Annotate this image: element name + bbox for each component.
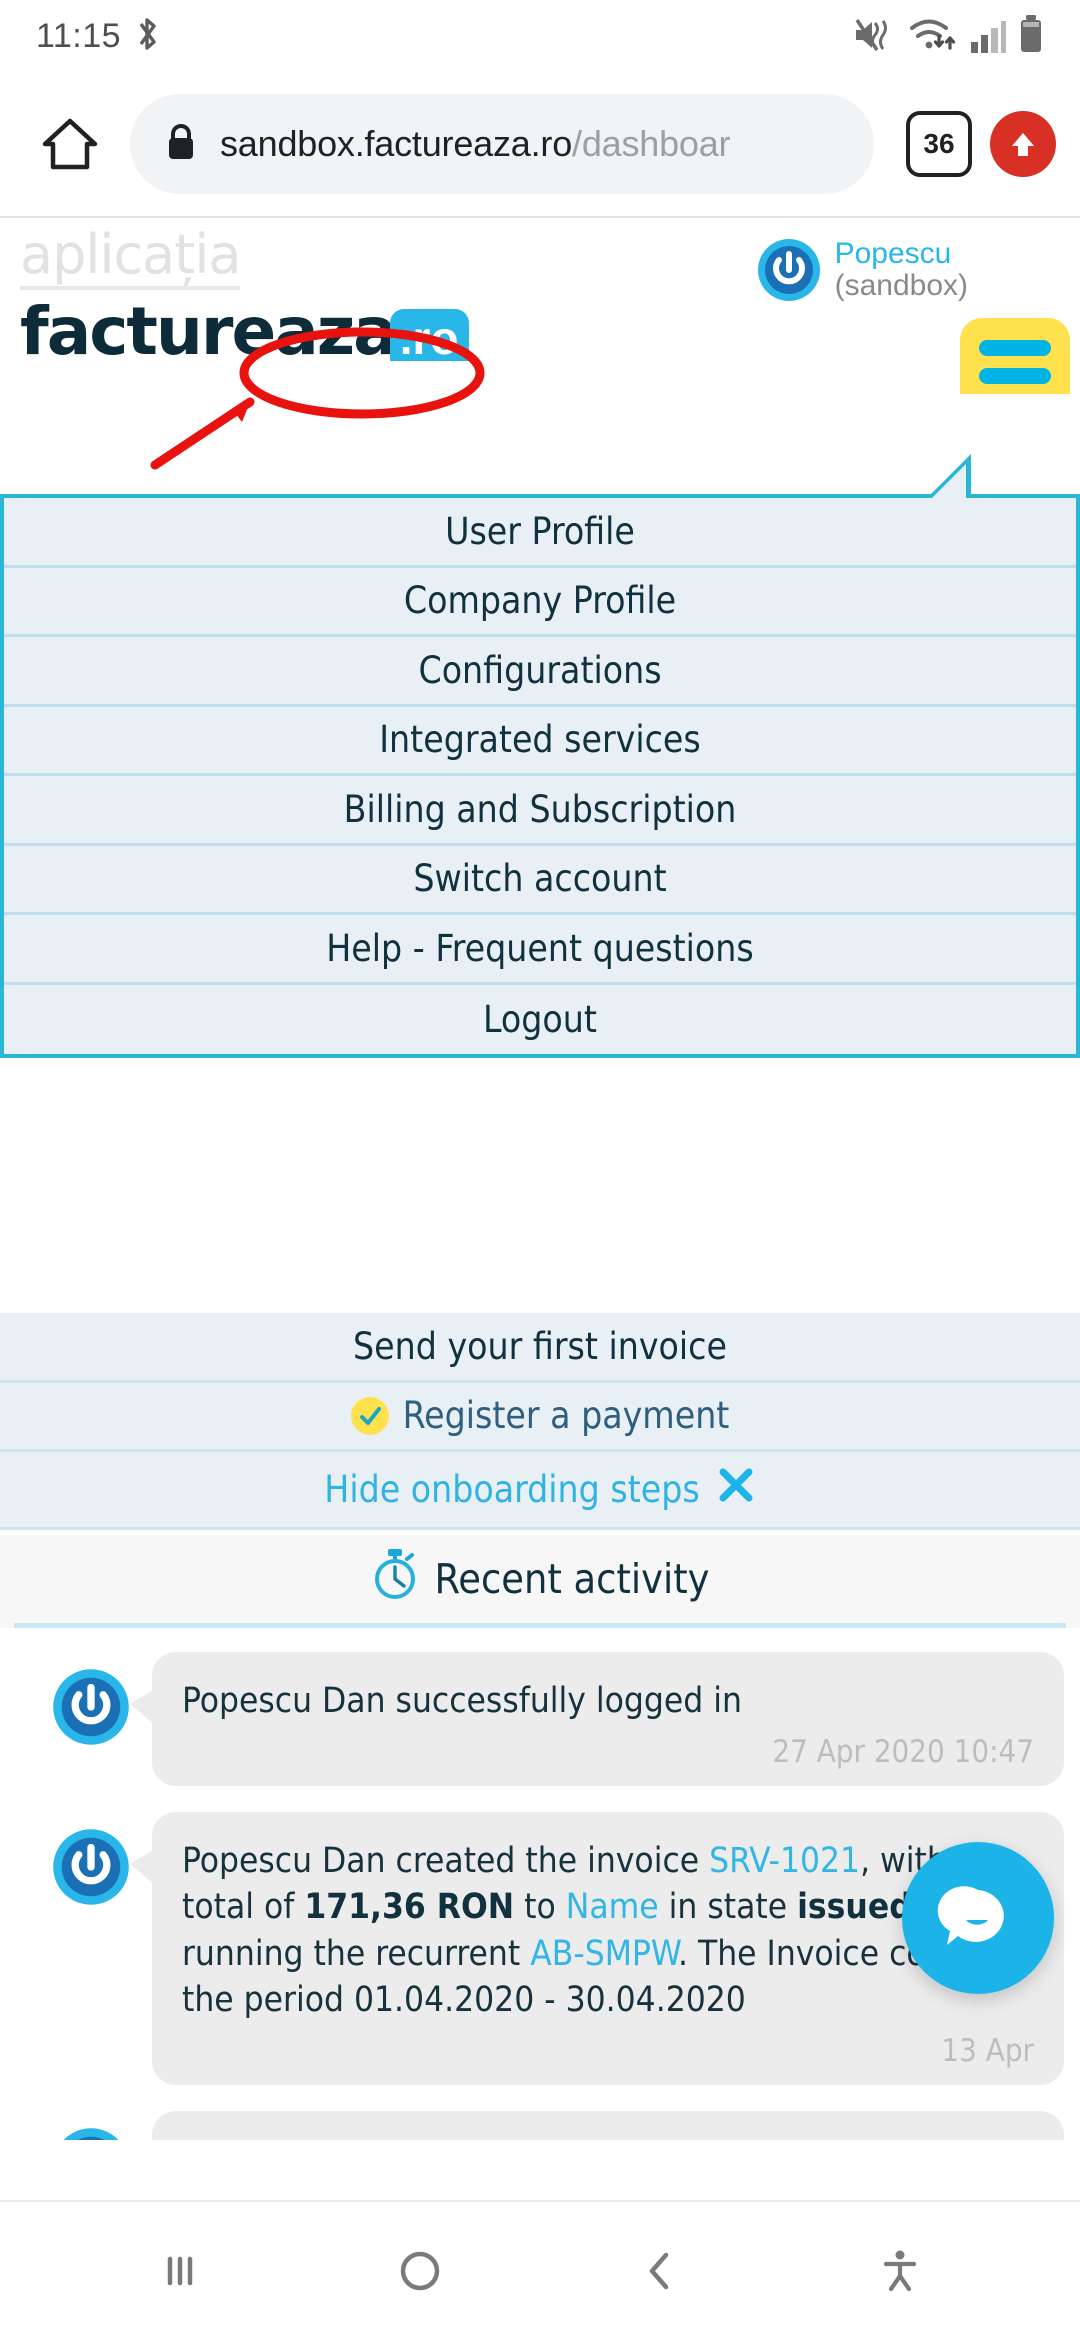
avatar	[52, 1828, 130, 1906]
logo-tld-badge: .ro	[389, 309, 469, 362]
client-link[interactable]: Name	[566, 1887, 659, 1927]
back-chevron-icon[interactable]	[600, 2211, 720, 2331]
avatar	[52, 2127, 130, 2140]
hide-onboarding-button[interactable]: Hide onboarding steps	[0, 1452, 1080, 1530]
site-logo[interactable]: aplicația factureaza .ro	[20, 228, 469, 370]
menu-item-user-profile[interactable]: User Profile	[4, 498, 1076, 568]
onboarding-step-label: Register a payment	[402, 1394, 730, 1438]
check-icon	[350, 1396, 389, 1435]
account-dropdown-menu: User Profile Company Profile Configurati…	[0, 454, 1080, 1058]
activity-item: Popescu Dan has created the invoice SRV-…	[0, 2110, 1080, 2141]
recents-icon[interactable]	[120, 2211, 240, 2331]
url-bar[interactable]: sandbox.factureaza.ro/dashboar	[130, 94, 874, 194]
user-avatar-icon	[757, 238, 821, 302]
logo-tagline: aplicația	[20, 228, 241, 290]
recent-activity-title: Recent activity	[0, 1535, 1080, 1623]
accessibility-icon[interactable]	[840, 2211, 960, 2331]
menu-item-switch-account[interactable]: Switch account	[4, 845, 1076, 915]
user-label-group: Popescu (sandbox)	[835, 238, 968, 301]
onboarding-step-register-payment[interactable]: Register a payment	[0, 1382, 1080, 1452]
lock-icon	[164, 121, 198, 168]
mute-icon	[853, 16, 897, 59]
menu-item-logout[interactable]: Logout	[4, 984, 1076, 1054]
menu-line-1	[979, 340, 1051, 356]
activity-amount: 171,36 RON	[304, 1887, 515, 1928]
activity-bubble: Popescu Dan successfully logged in 27 Ap…	[130, 1652, 1064, 1787]
close-x-icon	[716, 1465, 756, 1514]
activity-text: Popescu Dan successfully logged in	[182, 1678, 1034, 1724]
activity-state: issued	[797, 1887, 912, 1928]
hide-onboarding-label: Hide onboarding steps	[324, 1468, 700, 1511]
activity-text: Popescu Dan has created the invoice SRV-…	[182, 2137, 1034, 2141]
recent-activity-section: Recent activity Popescu Dan successfully…	[0, 1535, 1080, 2140]
home-circle-icon[interactable]	[360, 2211, 480, 2331]
url-host: sandbox.factureaza.ro	[220, 123, 573, 164]
logo-main-text: factureaza	[20, 293, 398, 370]
activity-text-part: in state	[658, 1887, 798, 1928]
chat-bubble-icon[interactable]	[902, 1842, 1054, 1994]
status-bar-left: 11:15	[36, 14, 161, 59]
wifi-icon	[908, 16, 958, 59]
phone-screen: 11:15 sandbox.factureaza.ro/dashboar 36 …	[0, 0, 1080, 2340]
android-nav-bar	[0, 2200, 1080, 2340]
user-env-label: (sandbox)	[834, 268, 968, 302]
url-path: /dashboar	[572, 123, 731, 164]
menu-item-billing-subscription[interactable]: Billing and Subscription	[4, 776, 1076, 846]
activity-timestamp: 13 Apr	[941, 2032, 1034, 2069]
signal-icon	[969, 16, 1007, 59]
tab-count-label: 36	[923, 128, 955, 159]
recurrent-link[interactable]: AB-SMPW	[530, 1934, 678, 1974]
stopwatch-icon	[371, 1547, 419, 1611]
logo-wordmark: factureaza .ro	[20, 293, 469, 370]
user-name-label: Popescu	[834, 237, 952, 270]
menu-item-integrated-services[interactable]: Integrated services	[4, 706, 1076, 776]
activity-text-part: Popescu Dan created the invoice	[182, 1841, 710, 1882]
url-text: sandbox.factureaza.ro/dashboar	[220, 123, 730, 165]
menu-line-2	[979, 368, 1051, 384]
activity-item: Popescu Dan successfully logged in 27 Ap…	[0, 1652, 1080, 1812]
onboarding-step-label: Send your first invoice	[353, 1324, 727, 1368]
site-header: aplicația factureaza .ro Popescu (sandbo…	[0, 218, 1080, 408]
browser-toolbar: sandbox.factureaza.ro/dashboar 36	[0, 72, 1080, 216]
menu-item-configurations[interactable]: Configurations	[4, 637, 1076, 707]
activity-bubble: Popescu Dan has created the invoice SRV-…	[152, 2110, 1064, 2141]
bluetooth-icon	[135, 14, 161, 59]
dropdown-caret-inner	[932, 464, 966, 498]
activity-text-part: to	[514, 1887, 566, 1928]
hamburger-menu-icon[interactable]	[960, 318, 1070, 394]
status-bar-right	[853, 14, 1044, 59]
web-page: aplicația factureaza .ro Popescu (sandbo…	[0, 216, 1080, 2140]
recent-activity-title-label: Recent activity	[434, 1555, 710, 1603]
onboarding-step-send-invoice[interactable]: Send your first invoice	[0, 1313, 1080, 1383]
battery-icon	[1018, 14, 1044, 59]
update-button[interactable]	[990, 111, 1056, 177]
menu-item-company-profile[interactable]: Company Profile	[4, 567, 1076, 637]
android-status-bar: 11:15	[0, 0, 1080, 72]
activity-timestamp: 27 Apr 2020 10:47	[772, 1734, 1034, 1771]
menu-item-help[interactable]: Help - Frequent questions	[4, 915, 1076, 985]
onboarding-steps: Send your first invoice Register a payme…	[0, 1313, 1080, 1530]
tab-count-button[interactable]: 36	[906, 111, 972, 177]
activity-text-part: Popescu Dan successfully logged in	[182, 1681, 742, 1721]
avatar	[52, 1668, 130, 1746]
invoice-link[interactable]: SRV-1021	[709, 1841, 860, 1881]
status-bar-clock: 11:15	[36, 16, 122, 55]
user-chip[interactable]: Popescu (sandbox)	[757, 238, 968, 302]
home-icon[interactable]	[24, 98, 116, 190]
